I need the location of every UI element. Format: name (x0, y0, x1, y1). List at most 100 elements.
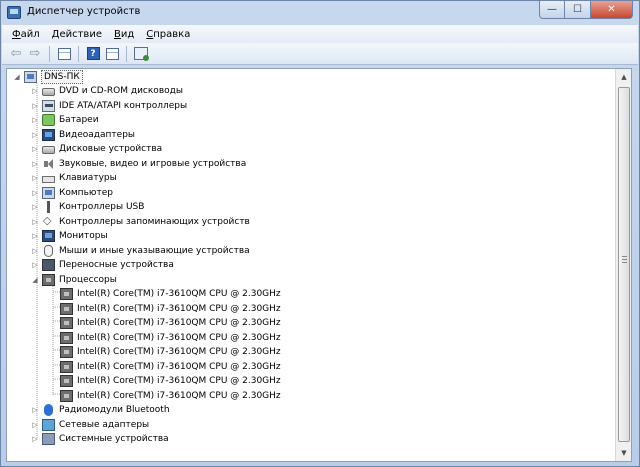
menu-action[interactable]: Действие (46, 29, 108, 40)
expand-icon[interactable]: ▷ (31, 102, 39, 110)
menu-file-label: айл (20, 28, 40, 40)
processor-icon (60, 389, 73, 402)
minimize-button[interactable]: — (539, 1, 565, 19)
category-label: IDE ATA/ATAPI контроллеры (59, 100, 188, 111)
caption-buttons: — ☐ ✕ (539, 1, 633, 19)
tree-category-system[interactable]: ▷ Системные устройства (31, 432, 169, 447)
title-bar[interactable]: Диспетчер устройств — ☐ ✕ (1, 1, 639, 25)
maximize-button[interactable]: ☐ (565, 1, 591, 19)
category-label: Контроллеры запоминающих устройств (59, 216, 250, 227)
tree-processor-item[interactable]: Intel(R) Core(TM) i7-3610QM CPU @ 2.30GH… (57, 374, 281, 389)
processor-label: Intel(R) Core(TM) i7-3610QM CPU @ 2.30GH… (77, 347, 281, 358)
menu-help[interactable]: Справка (140, 29, 196, 40)
scan-hardware-button[interactable] (133, 46, 149, 62)
tree-category-disk-drives[interactable]: ▷ Дисковые устройства (31, 142, 162, 157)
tree-category-batteries[interactable]: ▷ Батареи (31, 113, 99, 128)
expand-icon[interactable]: ▷ (31, 421, 39, 429)
category-label: Мыши и иные указывающие устройства (59, 245, 250, 256)
tree-category-dvd[interactable]: ▷ DVD и CD-ROM дисководы (31, 84, 183, 99)
tree-category-processors[interactable]: ◢ Процессоры (31, 273, 117, 288)
properties-button[interactable] (56, 46, 72, 62)
scroll-up-button[interactable]: ▲ (616, 69, 631, 85)
menu-action-label: ействие (59, 28, 102, 40)
menu-file[interactable]: Файл (6, 29, 46, 40)
expand-icon[interactable]: ▷ (31, 232, 39, 240)
tree-category-video-adapters[interactable]: ▷ Видеоадаптеры (31, 128, 135, 143)
window-title: Диспетчер устройств (27, 6, 141, 17)
tree-category-ide[interactable]: ▷ IDE ATA/ATAPI контроллеры (31, 99, 187, 114)
processor-label: Intel(R) Core(TM) i7-3610QM CPU @ 2.30GH… (77, 390, 281, 401)
tree-category-mice[interactable]: ▷ Мыши и иные указывающие устройства (31, 244, 250, 259)
tree-root-label: DNS-ПК (41, 70, 83, 85)
expand-icon[interactable]: ▷ (31, 218, 39, 226)
storage-controller-icon (42, 214, 55, 228)
tree-processor-item[interactable]: Intel(R) Core(TM) i7-3610QM CPU @ 2.30GH… (57, 345, 281, 360)
expand-icon[interactable]: ▷ (31, 131, 39, 139)
tree-processor-item[interactable]: Intel(R) Core(TM) i7-3610QM CPU @ 2.30GH… (57, 287, 281, 302)
tree-category-keyboards[interactable]: ▷ Клавиатуры (31, 171, 117, 186)
processor-label: Intel(R) Core(TM) i7-3610QM CPU @ 2.30GH… (77, 332, 281, 343)
display-adapter-icon (42, 128, 55, 141)
back-button[interactable]: ⇦ (8, 46, 24, 62)
toolbar-separator (49, 45, 50, 62)
tree-category-sound[interactable]: ▷ Звуковые, видео и игровые устройства (31, 157, 246, 172)
disk-drive-icon (42, 146, 55, 155)
expand-icon[interactable]: ▷ (31, 160, 39, 168)
tree-processor-item[interactable]: Intel(R) Core(TM) i7-3610QM CPU @ 2.30GH… (57, 360, 281, 375)
collapse-icon[interactable]: ◢ (31, 276, 39, 284)
processor-icon (42, 273, 55, 286)
tree-processor-item[interactable]: Intel(R) Core(TM) i7-3610QM CPU @ 2.30GH… (57, 331, 281, 346)
tree-category-usb[interactable]: ▷ Контроллеры USB (31, 200, 144, 215)
battery-icon (42, 114, 55, 127)
scroll-down-button[interactable]: ▼ (616, 445, 631, 461)
category-label: Клавиатуры (59, 173, 117, 184)
tree-category-monitors[interactable]: ▷ Мониторы (31, 229, 108, 244)
expand-icon[interactable]: ▷ (31, 435, 39, 443)
details-button[interactable] (104, 46, 120, 62)
expand-icon[interactable]: ▷ (31, 203, 39, 211)
expand-icon[interactable]: ▷ (31, 189, 39, 197)
expand-icon[interactable]: ▷ (31, 116, 39, 124)
category-label: Батареи (59, 115, 99, 126)
tree-category-portable[interactable]: ▷ Переносные устройства (31, 258, 174, 273)
tree-processor-item[interactable]: Intel(R) Core(TM) i7-3610QM CPU @ 2.30GH… (57, 316, 281, 331)
expand-icon[interactable]: ▷ (31, 247, 39, 255)
collapse-icon[interactable]: ◢ (13, 73, 21, 81)
expand-icon[interactable]: ▷ (31, 261, 39, 269)
expand-icon[interactable]: ▷ (31, 87, 39, 95)
network-adapter-icon (42, 418, 55, 431)
menu-view-label: ид (120, 28, 135, 40)
usb-icon (42, 201, 55, 214)
tree-processor-item[interactable]: Intel(R) Core(TM) i7-3610QM CPU @ 2.30GH… (57, 302, 281, 317)
menu-view-accesskey: В (113, 28, 121, 40)
tree-processor-item[interactable]: Intel(R) Core(TM) i7-3610QM CPU @ 2.30GH… (57, 389, 281, 404)
computer-icon (42, 186, 55, 199)
menu-view[interactable]: Вид (108, 29, 140, 40)
category-label: Звуковые, видео и игровые устройства (59, 158, 247, 169)
scrollbar-thumb[interactable] (618, 87, 630, 442)
close-button[interactable]: ✕ (591, 1, 633, 19)
processor-label: Intel(R) Core(TM) i7-3610QM CPU @ 2.30GH… (77, 376, 281, 387)
help-icon: ? (86, 47, 100, 60)
processor-icon (60, 302, 73, 315)
processor-icon (60, 346, 73, 359)
tree-category-computer[interactable]: ▷ Компьютер (31, 186, 113, 201)
menu-help-label: правка (153, 28, 191, 40)
expand-icon[interactable]: ▷ (31, 174, 39, 182)
tree-category-network[interactable]: ▷ Сетевые адаптеры (31, 418, 149, 433)
expand-icon[interactable]: ▷ (31, 145, 39, 153)
category-label: Видеоадаптеры (59, 129, 136, 140)
tree-root[interactable]: ◢ DNS-ПК (13, 70, 83, 85)
category-label: Процессоры (59, 274, 117, 285)
forward-button[interactable]: ⇨ (27, 46, 43, 62)
system-device-icon (42, 433, 55, 446)
toolbar-separator (78, 45, 79, 62)
expand-icon[interactable]: ▷ (31, 406, 39, 414)
processor-icon (60, 331, 73, 344)
help-button[interactable]: ? (85, 46, 101, 62)
tree-category-bluetooth[interactable]: ▷ Радиомодули Bluetooth (31, 403, 170, 418)
vertical-scrollbar[interactable]: ▲ ▼ (615, 69, 631, 461)
toolbar-separator (126, 45, 127, 62)
tree-category-storage-controllers[interactable]: ▷ Контроллеры запоминающих устройств (31, 214, 250, 230)
forward-arrow-icon: ⇨ (29, 46, 41, 61)
